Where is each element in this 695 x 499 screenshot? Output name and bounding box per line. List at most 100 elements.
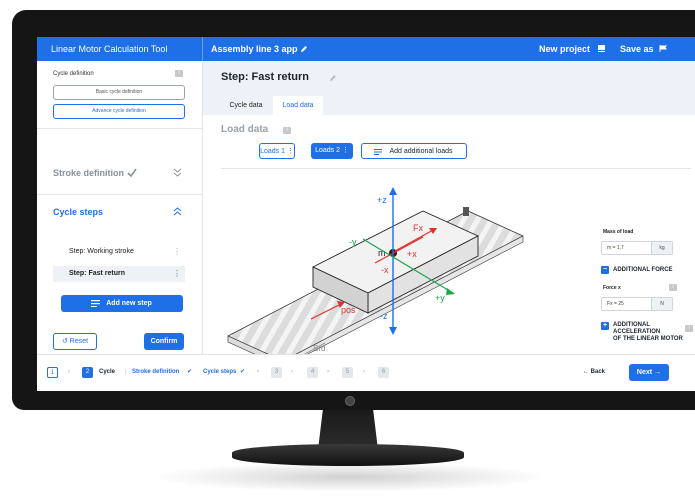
position-label: pos	[341, 305, 356, 315]
power-button	[345, 396, 355, 406]
page-title: Step: Fast return	[221, 71, 310, 83]
step-4-indicator[interactable]: 4	[307, 367, 318, 378]
separator: |	[125, 369, 127, 375]
y-axis-arrow	[446, 288, 455, 295]
add-additional-loads-button[interactable]: Add additional loads	[361, 143, 467, 159]
tab-load-data[interactable]: Load data	[273, 96, 323, 115]
divider	[37, 194, 202, 195]
add-loads-label: Add additional loads	[389, 148, 453, 155]
loads-1-button[interactable]: Loads 1 ⋮	[259, 143, 295, 159]
info-icon[interactable]: i	[283, 127, 291, 134]
step-5-indicator[interactable]: 5	[342, 367, 353, 378]
sidebar: Cycle definition i Basic cycle definitio…	[37, 61, 203, 354]
project-name[interactable]: Assembly line 3 app	[211, 44, 298, 54]
force-label: Fx	[413, 223, 423, 233]
stroke-definition-header[interactable]: Stroke definition	[53, 168, 124, 178]
chevron-right-icon: ›	[291, 369, 293, 375]
additional-acceleration-line2: OF THE LINEAR MOTOR	[613, 336, 683, 342]
more-icon[interactable]: ⋮	[173, 266, 181, 282]
back-button[interactable]: ← Back	[583, 367, 605, 378]
check-icon: ✔	[187, 369, 193, 375]
step-6-indicator[interactable]: 6	[378, 367, 389, 378]
loads-2-label: Loads 2	[315, 147, 340, 154]
chevron-right-icon: ›	[363, 369, 365, 375]
check-icon: ✔	[240, 369, 246, 375]
cycle-steps-link[interactable]: Cycle steps	[203, 367, 236, 378]
add-new-step-label: Add new step	[106, 300, 152, 307]
additional-force-title[interactable]: ADDITIONAL FORCE	[613, 267, 673, 274]
more-icon: ⋮	[341, 147, 349, 154]
cycle-label: Cycle	[99, 369, 116, 375]
z-minus-label: -z	[380, 311, 388, 321]
step-label: Step: Fast return	[69, 270, 126, 277]
rail-end-cap	[463, 207, 469, 216]
confirm-button[interactable]: Confirm	[144, 333, 184, 350]
mass-value: m = 1,7	[607, 245, 624, 251]
more-icon: ⋮	[286, 148, 294, 155]
z-axis-arrow-down	[389, 327, 397, 335]
new-project-icon	[598, 45, 605, 52]
chevron-right-icon: ›	[68, 369, 70, 375]
stand-shadow	[150, 462, 550, 492]
mass-label: m	[378, 248, 386, 258]
chevron-right-icon: ›	[327, 369, 329, 375]
z-plus-label: +z	[377, 195, 387, 205]
list-add-icon	[374, 149, 382, 155]
flag-icon	[659, 45, 667, 52]
back-label: Back	[590, 369, 606, 375]
cycle-steps-header[interactable]: Cycle steps	[53, 207, 103, 217]
force-unit: N	[651, 298, 672, 310]
additional-acceleration-line1: ADDITIONAL ACCELERATION	[613, 322, 661, 335]
top-bar: Linear Motor Calculation Tool Assembly l…	[37, 37, 695, 61]
z-axis-arrow-up	[389, 187, 397, 195]
x-plus-label: +x	[407, 249, 417, 259]
new-project-button[interactable]: New project	[539, 44, 590, 54]
edit-icon[interactable]	[329, 74, 337, 82]
info-icon[interactable]: i	[685, 325, 693, 332]
reset-button[interactable]: ↺ Reset	[53, 333, 97, 350]
y-plus-label: +y	[435, 293, 445, 303]
next-button[interactable]: Next →	[629, 364, 669, 381]
advanced-cycle-definition-button[interactable]: Advance cycle definition	[53, 104, 185, 119]
edit-icon[interactable]	[300, 45, 308, 53]
arrow-left-icon: ←	[583, 369, 589, 375]
chevron-up-icon[interactable]	[173, 207, 182, 217]
tab-cycle-data[interactable]: Cycle data	[221, 96, 271, 115]
step-label: Step: Working stroke	[69, 248, 134, 255]
more-icon[interactable]: ⋮	[173, 244, 181, 260]
basic-cycle-definition-button[interactable]: Basic cycle definition	[53, 85, 185, 100]
force-field[interactable]: Fx = 25 N	[601, 297, 673, 311]
x-minus-label: -x	[381, 265, 389, 275]
divider	[221, 168, 691, 169]
expand-icon[interactable]: +	[601, 322, 609, 330]
collapse-icon[interactable]: −	[601, 266, 609, 274]
mass-unit: kg	[651, 242, 672, 254]
mass-field[interactable]: m = 1,7 kg	[601, 241, 673, 255]
section-title: Load data	[221, 124, 269, 135]
additional-acceleration-title[interactable]: ADDITIONAL ACCELERATION OF THE LINEAR MO…	[613, 322, 695, 343]
step-item-fast-return[interactable]: Step: Fast return ⋮	[53, 266, 185, 282]
stroke-label: Srd	[313, 344, 325, 353]
undo-icon: ↺	[61, 338, 68, 345]
chevron-right-icon: ›	[257, 369, 259, 375]
arrow-right-icon: →	[654, 369, 662, 376]
save-as-button[interactable]: Save as	[620, 44, 654, 54]
add-new-step-button[interactable]: Add new step	[61, 295, 183, 312]
step-item-working-stroke[interactable]: Step: Working stroke ⋮	[53, 244, 185, 260]
info-icon[interactable]: i	[669, 284, 677, 291]
footer-stepper: 1 › 2 Cycle | Stroke definition ✔ Cycle …	[37, 354, 695, 391]
next-label: Next	[636, 369, 653, 376]
reset-label: Reset	[69, 338, 89, 345]
app-screen: Linear Motor Calculation Tool Assembly l…	[37, 37, 695, 391]
loads-2-button[interactable]: Loads 2 ⋮	[311, 143, 353, 159]
step-3-indicator[interactable]: 3	[271, 367, 282, 378]
step-1-indicator[interactable]: 1	[47, 367, 58, 378]
info-icon[interactable]: i	[175, 70, 183, 77]
check-icon	[127, 168, 137, 177]
chevron-down-icon[interactable]	[173, 167, 182, 177]
linear-motor-diagram: m +z -z +x -x Fx -y +y pos Srd	[227, 187, 524, 361]
stroke-definition-link[interactable]: Stroke definition	[132, 367, 179, 378]
force-value: Fx = 25	[607, 301, 624, 307]
step-2-indicator[interactable]: 2	[82, 367, 93, 378]
force-label: Force x	[603, 285, 621, 291]
